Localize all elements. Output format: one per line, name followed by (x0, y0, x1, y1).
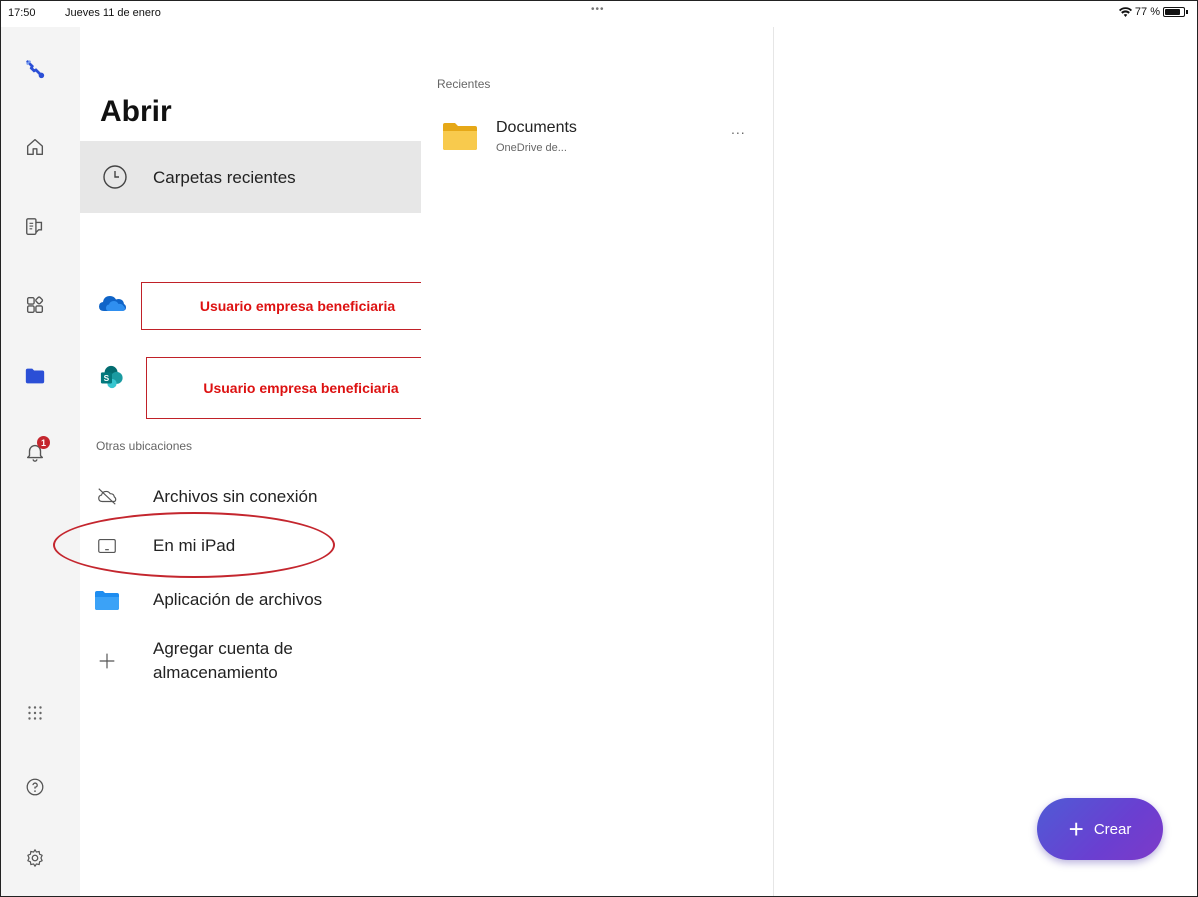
status-bar: 17:50 Jueves 11 de enero ••• 77 % (1, 1, 1197, 27)
open-panel: Abrir Carpetas recientes Usuario empresa… (80, 27, 456, 896)
onedrive-icon (99, 296, 126, 311)
plus-icon: + (1068, 814, 1084, 844)
on-my-ipad-label: En mi iPad (153, 536, 236, 555)
svg-text:S: S (104, 373, 110, 383)
other-locations-heading: Otras ubicaciones (96, 439, 193, 453)
files-app-label: Aplicación de archivos (153, 590, 323, 609)
folder-icon (443, 123, 477, 150)
recent-file-row[interactable]: Documents OneDrive de... ... (421, 115, 773, 167)
app-launcher-icon[interactable] (23, 701, 47, 725)
plus-icon (99, 653, 115, 669)
files-app-icon (95, 591, 119, 610)
status-indicators: 77 % (1118, 6, 1188, 18)
create-document-icon[interactable] (23, 215, 47, 239)
settings-icon[interactable] (23, 846, 47, 870)
sharepoint-icon: S (100, 365, 123, 389)
recents-panel: Recientes Documents OneDrive de... ... (421, 27, 774, 896)
redacted-account-label: Usuario empresa beneficiaria (146, 357, 456, 419)
status-time: 17:50 (8, 7, 36, 19)
help-icon[interactable] (23, 775, 47, 799)
add-storage-account-label: Agregar cuenta de almacenamiento (153, 639, 293, 682)
notification-badge: 1 (37, 436, 50, 449)
notifications-icon[interactable]: 1 (23, 436, 50, 464)
cloud-off-icon (98, 488, 117, 505)
recent-folders-item[interactable]: Carpetas recientes (80, 141, 421, 213)
battery-percent: 77 % (1134, 6, 1160, 18)
home-icon[interactable] (23, 135, 47, 159)
app-window: 17:50 Jueves 11 de enero ••• 77 % 1 Abri… (0, 0, 1198, 897)
recents-heading: Recientes (437, 77, 491, 91)
offline-files-label: Archivos sin conexión (153, 487, 318, 506)
status-date: Jueves 11 de enero (65, 7, 161, 19)
on-my-ipad-item[interactable]: En mi iPad (80, 530, 421, 562)
redacted-account-label: Usuario empresa beneficiaria (141, 282, 454, 330)
tools-icon[interactable] (23, 57, 47, 81)
folder-icon[interactable] (23, 364, 47, 388)
multitask-indicator[interactable]: ••• (591, 4, 605, 15)
battery-icon (1163, 7, 1188, 17)
left-rail: 1 (1, 27, 80, 896)
page-title: Abrir (100, 95, 172, 128)
wifi-icon (1118, 6, 1132, 17)
files-app-item[interactable]: Aplicación de archivos (80, 584, 421, 616)
ipad-icon (98, 538, 116, 554)
file-location: OneDrive de... (496, 142, 567, 154)
create-button[interactable]: + Crear (1037, 798, 1163, 860)
create-button-label: Crear (1093, 820, 1132, 838)
clock-icon (103, 165, 127, 189)
apps-icon[interactable] (23, 293, 47, 317)
recent-folders-label: Carpetas recientes (153, 168, 296, 187)
file-name: Documents (496, 119, 577, 136)
add-storage-account-item[interactable]: Agregar cuenta de almacenamiento (80, 635, 421, 691)
more-options-button[interactable]: ... (731, 121, 746, 137)
offline-files-item[interactable]: Archivos sin conexión (80, 481, 421, 513)
